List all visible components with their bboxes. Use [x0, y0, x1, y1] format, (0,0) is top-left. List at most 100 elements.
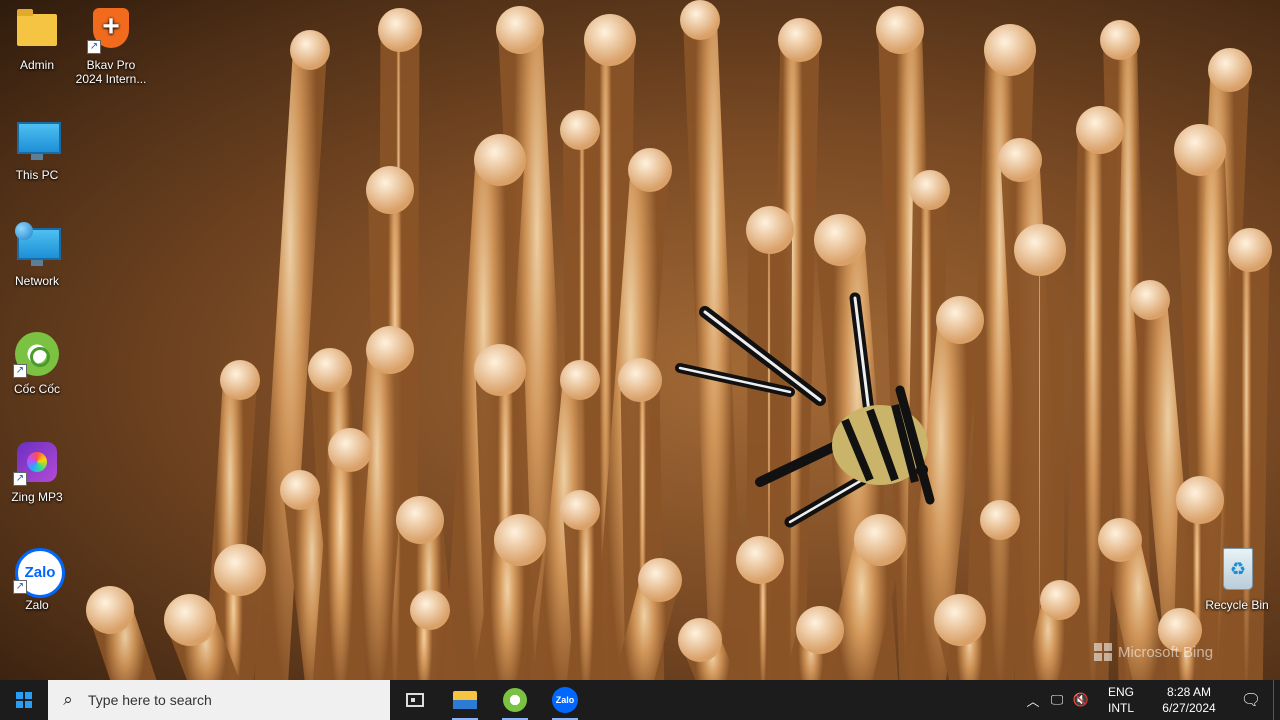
tentacle [563, 493, 608, 680]
network-status-icon[interactable]: 🖵 [1045, 692, 1069, 708]
tentacle-tip [638, 558, 682, 602]
tentacle [683, 3, 745, 680]
desktop-icon-label: This PC [15, 168, 59, 182]
desktop-wallpaper [0, 0, 1280, 680]
show-desktop-button[interactable] [1273, 680, 1280, 720]
tentacle-tip [1014, 224, 1066, 276]
language-code: ENG [1107, 685, 1134, 699]
tentacle-tip [618, 358, 662, 402]
coccoc-taskbar-button[interactable] [490, 680, 540, 720]
zalo-taskbar-button[interactable]: Zalo [540, 680, 590, 720]
tentacle-tip [214, 544, 266, 596]
tentacle [343, 328, 412, 680]
tentacle-tip [936, 296, 984, 344]
desktop-icon-zing-mp3[interactable]: ↗ Zing MP3 [0, 438, 74, 504]
search-icon: ⌕ [63, 690, 73, 709]
taskbar-search-box[interactable]: ⌕ Type here to search [48, 680, 390, 720]
microsoft-logo-icon [1094, 643, 1112, 661]
language-indicator[interactable]: ENG INTL [1101, 684, 1141, 716]
file-explorer-icon [453, 691, 477, 709]
monitor-stand [31, 260, 43, 266]
tentacle-tip [366, 166, 414, 214]
shortcut-arrow-icon: ↗ [13, 364, 27, 378]
tentacle-tip [1176, 476, 1224, 524]
watermark-text: Microsoft Bing [1118, 643, 1214, 661]
shortcut-arrow-icon: ↗ [13, 472, 27, 486]
tentacle-tip [984, 24, 1036, 76]
tentacle-tip [328, 428, 372, 472]
tentacle-tip [1100, 20, 1140, 60]
clock[interactable]: 8:28 AM 6/27/2024 [1149, 684, 1229, 716]
wallpaper-art [86, 0, 1272, 680]
tentacle-tip [1228, 228, 1272, 272]
tentacle [312, 430, 370, 680]
tentacle-tip [910, 170, 950, 210]
recycle-bin-icon: ♻ [1223, 548, 1253, 590]
desktop-icon-label: Bkav Pro 2024 Intern... [75, 58, 147, 86]
anemone-tentacles [86, 0, 1272, 680]
tentacle-tip [494, 514, 546, 566]
shortcut-arrow-icon: ↗ [87, 40, 101, 54]
notification-center-button[interactable]: 🗨 [1229, 690, 1273, 710]
zalo-icon: Zalo [552, 687, 578, 713]
desktop-icon-label: Recycle Bin [1205, 598, 1269, 612]
tentacle-tip [366, 326, 414, 374]
tentacle [1064, 108, 1122, 680]
notification-icon: 🗨 [1240, 692, 1262, 709]
desktop-icon-bkav[interactable]: + ↗ Bkav Pro 2024 Intern... [74, 6, 148, 86]
tentacle-tip [396, 496, 444, 544]
taskbar: ⌕ Type here to search Zalo ︿ 🖵 🔇 ENG INT… [0, 680, 1280, 720]
desktop-icon-label: Admin [19, 58, 54, 72]
coccoc-icon [503, 688, 527, 712]
tentacle-tip [1076, 106, 1124, 154]
tentacle-tip [876, 6, 924, 54]
tentacle-tip [678, 618, 722, 662]
tentacle-tip [378, 8, 422, 52]
tentacle-tip [308, 348, 352, 392]
tentacle-tip [934, 594, 986, 646]
desktop-icon-label: Zing MP3 [11, 490, 63, 504]
task-view-icon [406, 693, 424, 707]
windows-logo-icon [16, 692, 32, 708]
desktop-icon-zalo[interactable]: Zalo ↗ Zalo [0, 546, 74, 612]
tentacle-tip [560, 490, 600, 530]
tentacle-tip [1040, 580, 1080, 620]
desktop-icon-admin[interactable]: Admin [0, 6, 74, 72]
desktop-icon-label: Cốc Cốc [13, 382, 60, 396]
file-explorer-button[interactable] [440, 680, 490, 720]
bing-watermark: Microsoft Bing [1094, 643, 1213, 661]
tentacle-tip [220, 360, 260, 400]
desktop-icon-this-pc[interactable]: This PC [0, 116, 74, 182]
desktop-icon-label: Network [14, 274, 59, 288]
clock-time: 8:28 AM [1166, 685, 1212, 699]
volume-muted-icon[interactable]: 🔇 [1069, 692, 1093, 708]
tentacle-tip [628, 148, 672, 192]
start-button[interactable] [0, 680, 48, 720]
tentacle-tip [980, 500, 1020, 540]
tentacle-tip [778, 18, 822, 62]
system-tray: ︿ 🖵 🔇 ENG INTL 8:28 AM 6/27/2024 🗨 [1021, 680, 1280, 720]
tentacle-tip [474, 134, 526, 186]
tentacle-tip [814, 214, 866, 266]
tentacle-tip [680, 0, 720, 40]
tentacle-tip [854, 514, 906, 566]
tentacle-tip [410, 590, 450, 630]
desktop-icon-recycle-bin[interactable]: ♻ Recycle Bin [1200, 546, 1274, 612]
chevron-up-icon[interactable]: ︿ [1021, 691, 1045, 710]
clock-date: 6/27/2024 [1162, 701, 1216, 715]
keyboard-layout: INTL [1107, 701, 1134, 715]
tentacle-tip [796, 606, 844, 654]
tentacle-tip [1208, 48, 1252, 92]
tentacle-tip [474, 344, 526, 396]
desktop-icon-coccoc[interactable]: ↗ Cốc Cốc [0, 330, 74, 396]
tentacle-tip [1098, 518, 1142, 562]
tentacle-tip [736, 536, 784, 584]
monitor-icon [17, 122, 61, 154]
tentacle [1223, 230, 1270, 680]
desktop-icon-network[interactable]: Network [0, 222, 74, 288]
tentacle-tip [496, 6, 544, 54]
globe-icon [15, 222, 33, 240]
task-view-button[interactable] [390, 680, 440, 720]
tentacle-tip [164, 594, 216, 646]
tentacle-tip [86, 586, 134, 634]
